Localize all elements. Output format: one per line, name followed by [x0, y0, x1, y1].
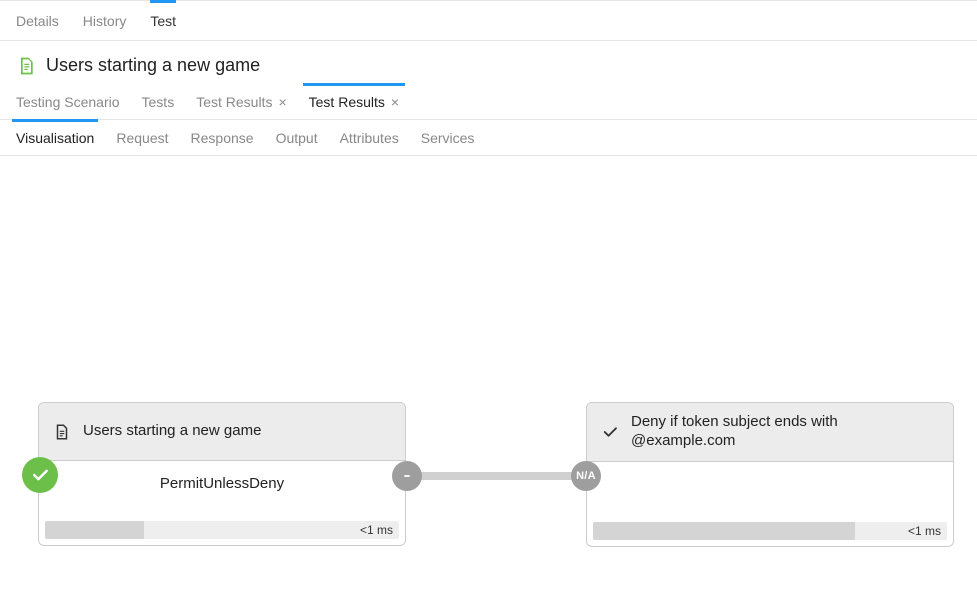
card-title: Deny if token subject ends with @example… — [631, 413, 939, 451]
title-row: Users starting a new game — [0, 41, 977, 84]
page-title: Users starting a new game — [46, 55, 260, 76]
card-body — [587, 462, 953, 518]
timing-fill — [45, 521, 144, 539]
tab-tests[interactable]: Tests — [142, 84, 175, 120]
na-badge: N/A — [571, 461, 601, 491]
tab-visualisation[interactable]: Visualisation — [16, 120, 94, 156]
tab-request[interactable]: Request — [116, 120, 168, 156]
close-icon[interactable]: × — [278, 94, 286, 110]
tab-test-results-1[interactable]: Test Results × — [196, 84, 286, 120]
primary-tabs: Details History Test — [0, 1, 977, 41]
tab-attributes[interactable]: Attributes — [340, 120, 399, 156]
tab-services[interactable]: Services — [421, 120, 475, 156]
minus-icon — [392, 461, 422, 491]
connector-line — [406, 472, 588, 480]
timing-bar: <1 ms — [593, 522, 947, 540]
timing-fill — [593, 522, 855, 540]
timing-bar: <1 ms — [45, 521, 399, 539]
card-footer: <1 ms — [39, 517, 405, 545]
policy-card-right[interactable]: Deny if token subject ends with @example… — [586, 402, 954, 547]
na-label: N/A — [576, 470, 596, 482]
decision-label: PermitUnlessDeny — [160, 475, 284, 492]
tab-output[interactable]: Output — [276, 120, 318, 156]
timing-label: <1 ms — [360, 523, 393, 537]
card-body: PermitUnlessDeny — [39, 461, 405, 517]
card-footer: <1 ms — [587, 518, 953, 546]
tab-response[interactable]: Response — [191, 120, 254, 156]
check-icon — [22, 457, 58, 493]
secondary-tabs: Testing Scenario Tests Test Results × Te… — [0, 84, 977, 120]
tab-label: Test Results — [309, 94, 385, 110]
timing-label: <1 ms — [908, 524, 941, 538]
check-icon — [601, 423, 619, 441]
tab-history[interactable]: History — [83, 1, 127, 41]
tab-testing-scenario[interactable]: Testing Scenario — [16, 84, 120, 120]
inner-tabs: Visualisation Request Response Output At… — [0, 120, 977, 156]
document-icon — [16, 56, 36, 76]
tab-details[interactable]: Details — [16, 1, 59, 41]
tab-test-results-2[interactable]: Test Results × — [309, 84, 399, 120]
card-header: Deny if token subject ends with @example… — [587, 403, 953, 462]
visualisation-canvas[interactable]: Users starting a new game PermitUnlessDe… — [0, 156, 977, 596]
card-header: Users starting a new game — [39, 403, 405, 461]
card-title: Users starting a new game — [83, 422, 261, 441]
tab-test[interactable]: Test — [150, 1, 176, 41]
tab-label: Test Results — [196, 94, 272, 110]
policy-card-left[interactable]: Users starting a new game PermitUnlessDe… — [38, 402, 406, 546]
document-icon — [53, 423, 71, 441]
close-icon[interactable]: × — [391, 94, 399, 110]
